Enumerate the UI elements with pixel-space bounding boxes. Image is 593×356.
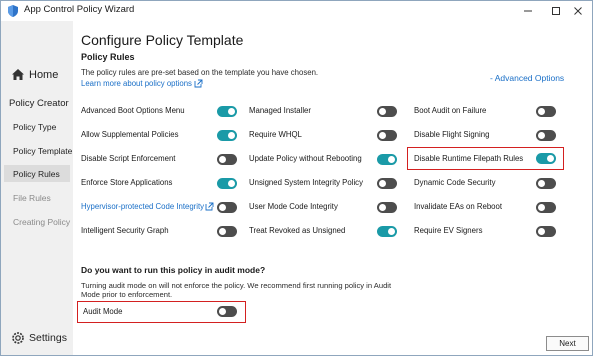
toggle-boot-audit-on-failure[interactable] xyxy=(536,106,556,117)
sidebar-item-creating-policy: Creating Policy xyxy=(13,217,71,227)
external-link-icon xyxy=(205,202,214,211)
minimize-button[interactable] xyxy=(514,1,542,21)
sidebar-item-policy-rules[interactable]: Policy Rules xyxy=(13,169,60,179)
sidebar-item-file-rules: File Rules xyxy=(13,193,51,203)
rule-label-require-ev-signers: Require EV Signers xyxy=(414,226,483,235)
sidebar: Home Policy Creator Policy Type Policy T… xyxy=(1,21,73,355)
toggle-user-mode-code-integrity[interactable] xyxy=(377,202,397,213)
toggle-require-ev-signers[interactable] xyxy=(536,226,556,237)
rule-label-enforce-store-applications: Enforce Store Applications xyxy=(81,178,173,187)
external-link-icon xyxy=(194,79,203,88)
toggle-treat-revoked-as-unsigned[interactable] xyxy=(377,226,397,237)
section-title: Policy Rules xyxy=(81,52,135,62)
rule-label-disable-runtime-filepath-rules: Disable Runtime Filepath Rules xyxy=(414,154,524,163)
rule-label-treat-revoked-as-unsigned: Treat Revoked as Unsigned xyxy=(249,226,346,235)
home-icon xyxy=(12,69,24,80)
toggle-advanced-boot-options[interactable] xyxy=(217,106,237,117)
toggle-disable-flight-signing[interactable] xyxy=(536,130,556,141)
window-title: App Control Policy Wizard xyxy=(24,4,135,15)
rule-label-user-mode-code-integrity: User Mode Code Integrity xyxy=(249,202,338,211)
home-nav[interactable]: Home xyxy=(11,68,58,81)
rule-label-dynamic-code-security: Dynamic Code Security xyxy=(414,178,496,187)
sidebar-header-policy-creator: Policy Creator xyxy=(9,98,69,109)
rule-label-hypervisor-protected-code-integrity: Hypervisor-protected Code Integrity xyxy=(81,202,205,211)
audit-mode-description: Turning audit mode on will not enforce t… xyxy=(81,281,392,299)
maximize-icon xyxy=(552,7,560,15)
toggle-disable-script-enforcement[interactable] xyxy=(217,154,237,165)
audit-mode-question: Do you want to run this policy in audit … xyxy=(81,265,266,275)
close-icon xyxy=(574,7,582,15)
settings-nav[interactable]: Settings xyxy=(11,331,67,345)
rule-label-advanced-boot-options: Advanced Boot Options Menu xyxy=(81,106,185,115)
rule-label-update-policy-without-rebooting: Update Policy without Rebooting xyxy=(249,154,362,163)
toggle-disable-runtime-filepath-rules[interactable] xyxy=(536,153,556,164)
sidebar-item-policy-template[interactable]: Policy Template xyxy=(13,146,72,156)
close-button[interactable] xyxy=(564,1,592,21)
settings-label: Settings xyxy=(29,332,67,344)
wizard-window: App Control Policy Wizard Home Policy Cr… xyxy=(0,0,593,356)
toggle-managed-installer[interactable] xyxy=(377,106,397,117)
toggle-allow-supplemental-policies[interactable] xyxy=(217,130,237,141)
toggle-update-policy-without-rebooting[interactable] xyxy=(377,154,397,165)
toggle-unsigned-system-integrity-policy[interactable] xyxy=(377,178,397,189)
sidebar-item-policy-type[interactable]: Policy Type xyxy=(13,122,56,132)
next-button[interactable]: Next xyxy=(546,336,589,351)
rule-label-allow-supplemental-policies: Allow Supplemental Policies xyxy=(81,130,179,139)
gear-icon xyxy=(12,332,24,344)
learn-more-link[interactable]: Learn more about policy options xyxy=(81,79,203,88)
toggle-enforce-store-applications[interactable] xyxy=(217,178,237,189)
page-title: Configure Policy Template xyxy=(81,32,244,48)
rule-label-disable-flight-signing: Disable Flight Signing xyxy=(414,130,490,139)
home-label: Home xyxy=(29,68,59,81)
toggle-require-whql[interactable] xyxy=(377,130,397,141)
toggle-dynamic-code-security[interactable] xyxy=(536,178,556,189)
minimize-icon xyxy=(524,10,532,12)
audit-mode-label: Audit Mode xyxy=(83,307,123,316)
rule-label-managed-installer: Managed Installer xyxy=(249,106,311,115)
rule-label-boot-audit-on-failure: Boot Audit on Failure xyxy=(414,106,487,115)
rule-label-intelligent-security-graph: Intelligent Security Graph xyxy=(81,226,169,235)
advanced-options-link[interactable]: - Advanced Options xyxy=(490,73,564,83)
toggle-invalidate-eas-on-reboot[interactable] xyxy=(536,202,556,213)
rule-label-invalidate-eas-on-reboot: Invalidate EAs on Reboot xyxy=(414,202,502,211)
toggle-hypervisor-protected-code-integrity[interactable] xyxy=(217,202,237,213)
title-bar: App Control Policy Wizard xyxy=(1,1,592,21)
toggle-intelligent-security-graph[interactable] xyxy=(217,226,237,237)
rule-label-require-whql: Require WHQL xyxy=(249,130,302,139)
learn-more-label: Learn more about policy options xyxy=(81,79,192,88)
toggle-audit-mode[interactable] xyxy=(217,306,237,317)
rules-description: The policy rules are pre-set based on th… xyxy=(81,68,319,77)
app-shield-icon xyxy=(8,5,18,17)
rule-label-unsigned-system-integrity-policy: Unsigned System Integrity Policy xyxy=(249,178,363,187)
rule-label-disable-script-enforcement: Disable Script Enforcement xyxy=(81,154,176,163)
hvci-link[interactable]: Hypervisor-protected Code Integrity xyxy=(81,202,214,211)
